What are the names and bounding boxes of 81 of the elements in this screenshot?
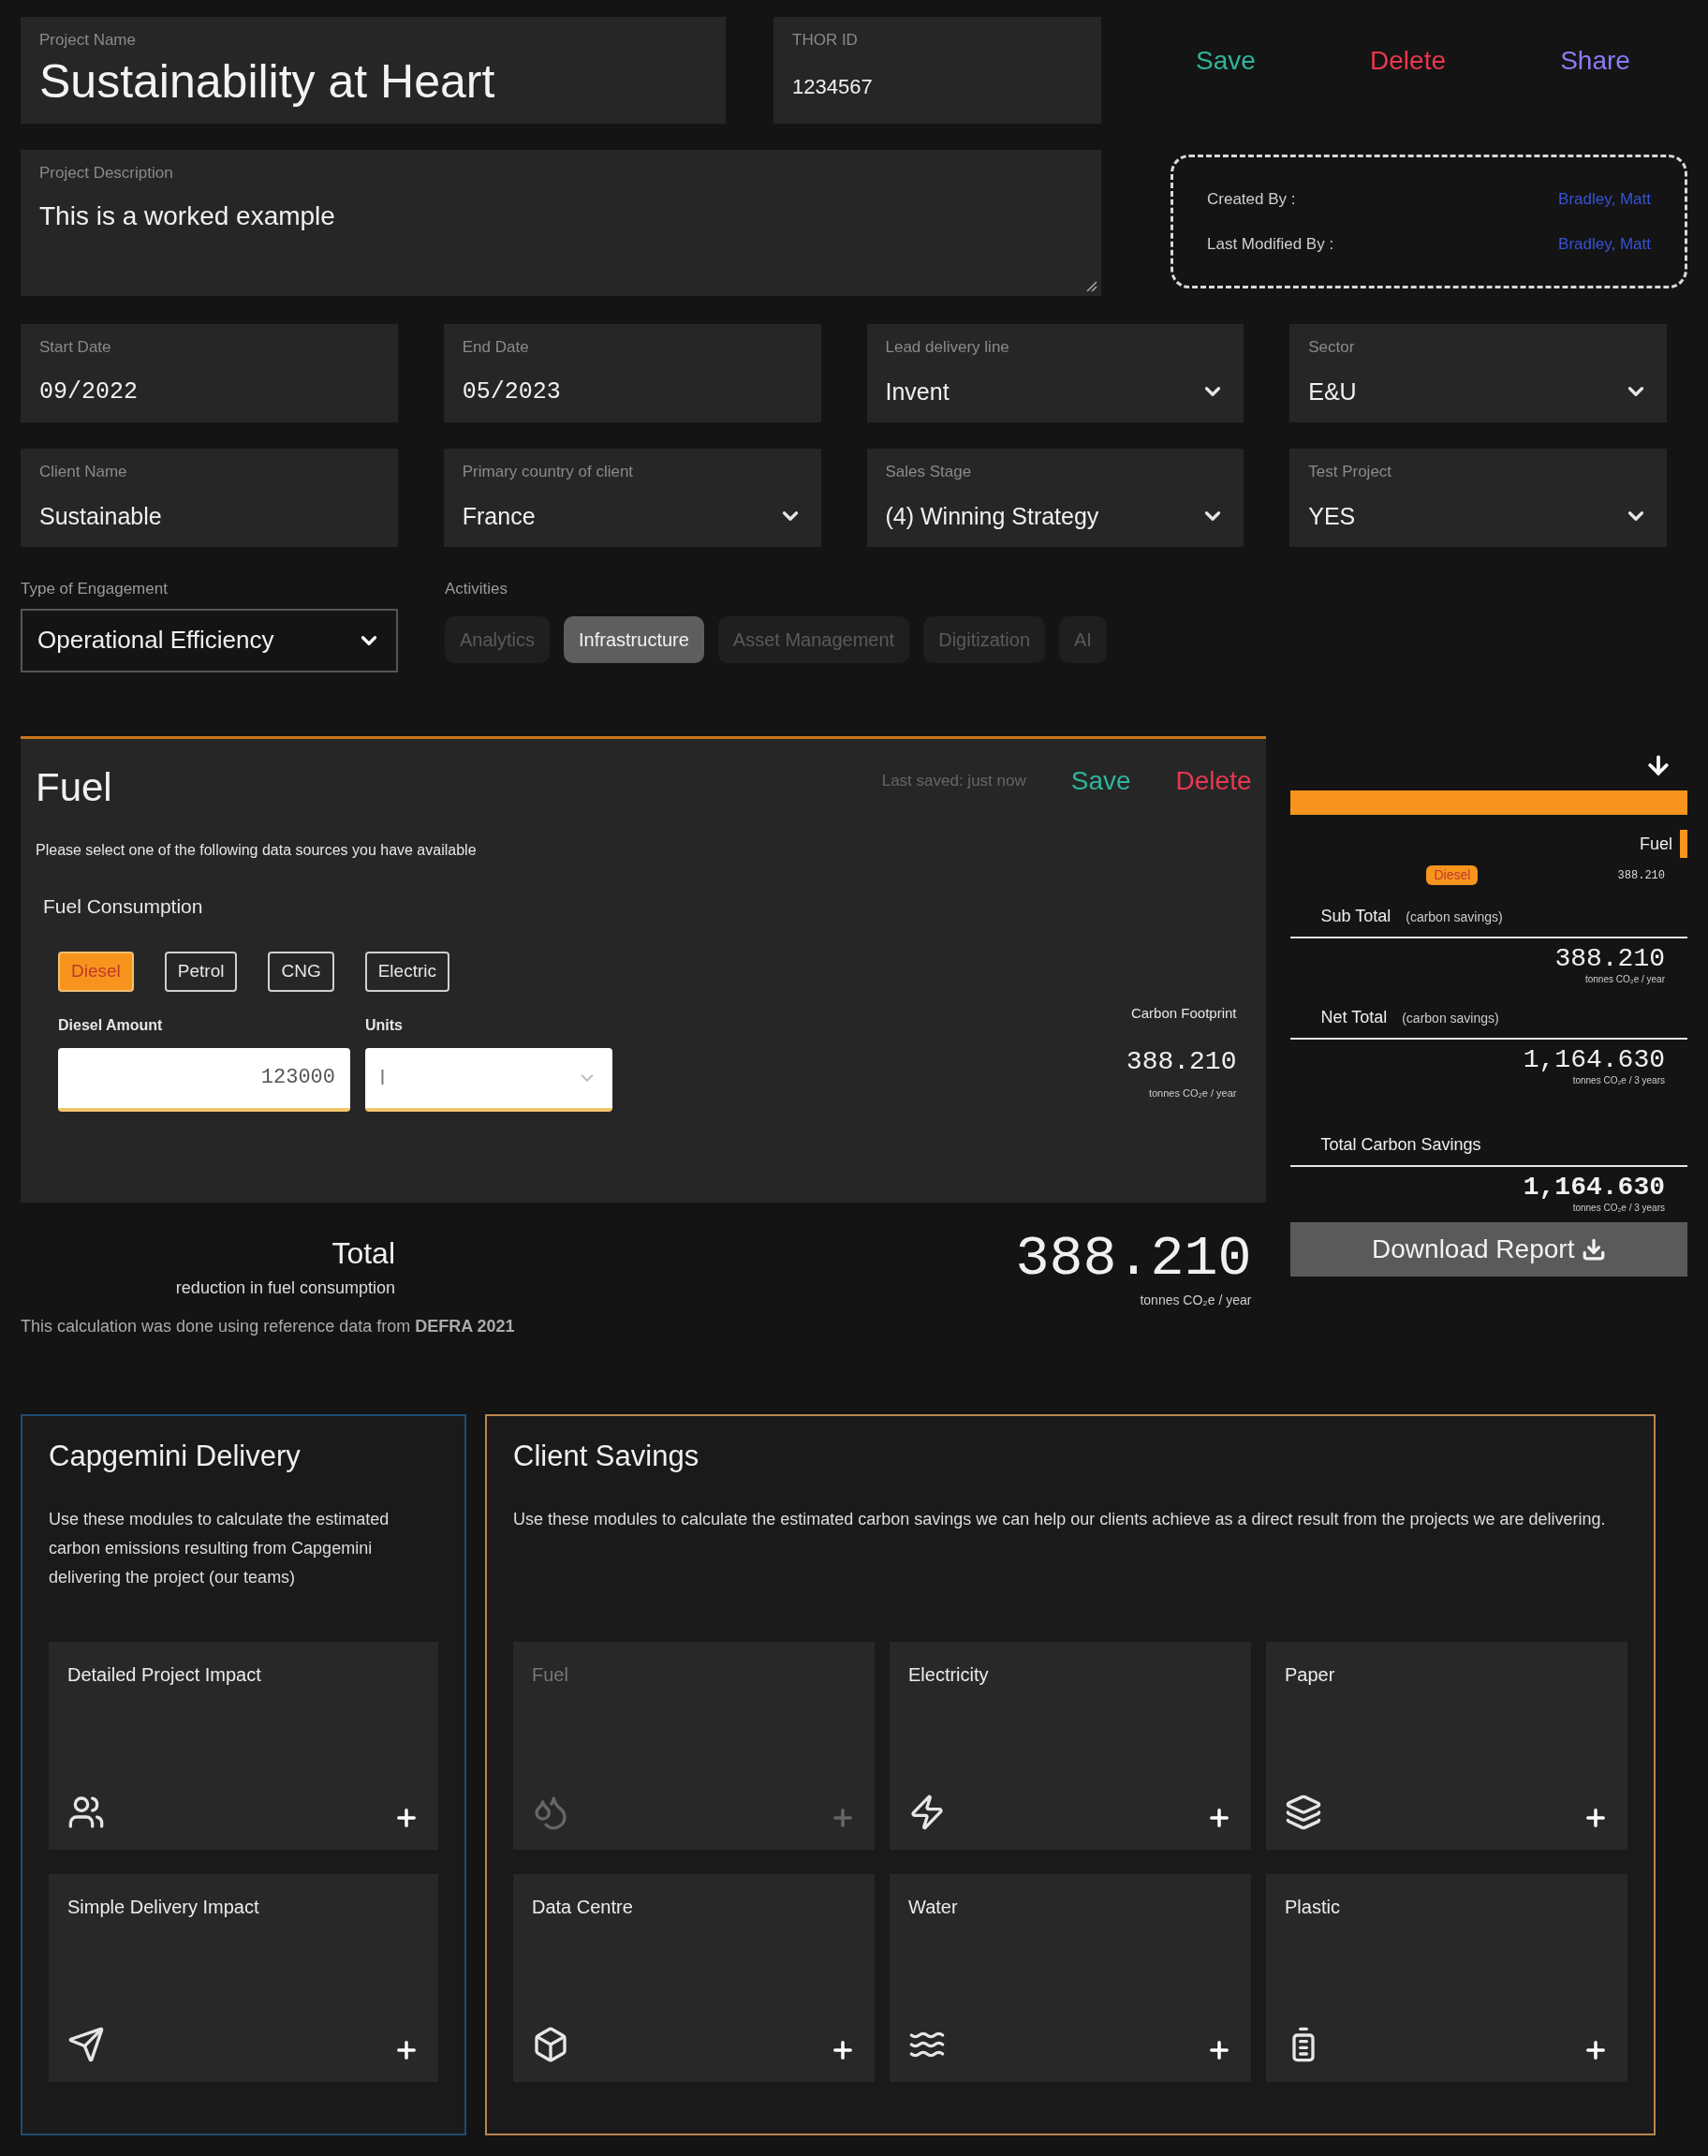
module-title: Electricity [908, 1662, 990, 1687]
footprint-label: Carbon Footprint [1130, 1003, 1237, 1023]
module-card[interactable]: Data Centre [513, 1873, 875, 2082]
module-card[interactable]: Electricity [890, 1641, 1251, 1850]
module-title: Plastic [1285, 1895, 1341, 1919]
total-label: Sub Total [1320, 906, 1391, 927]
panel-title: Client Savings [513, 1439, 700, 1474]
total-value: 1,164.630 [1523, 1047, 1665, 1073]
delete-link[interactable]: Delete [1370, 41, 1446, 81]
module-card[interactable]: Plastic [1266, 1873, 1627, 2082]
save-link[interactable]: Save [1070, 761, 1131, 801]
legend-label: Fuel [1640, 833, 1672, 855]
paper-plane-icon [67, 2025, 105, 2063]
line-value: 388.210 [1617, 867, 1665, 884]
module-title: Water [908, 1895, 959, 1919]
instruction-text: Please select one of the following data sources you have available [36, 841, 478, 860]
panel-description: Use these modules to calculate the estimated carbon emissions resulting from Capgemini delivering the project (our teams) [49, 1508, 390, 1588]
cube-icon [532, 2025, 569, 2063]
thor-id-field[interactable]: THOR ID 1234567 [773, 17, 1101, 124]
field-label: Activities [445, 579, 509, 599]
input-field[interactable]: Client Name Sustainable [21, 449, 398, 547]
module-title: Paper [1285, 1662, 1336, 1687]
total-title: Total [331, 1235, 395, 1272]
units-dropdown[interactable]: l [365, 1047, 612, 1112]
total-value: 388.210 [1015, 1231, 1252, 1287]
total-label: Total Carbon Savings [1320, 1134, 1481, 1156]
panel-description: Use these modules to calculate the estimated carbon savings we can help our clients achieve as a direct result from the projects we are delivering. [513, 1508, 1607, 1530]
total-qualifier: (carbon savings) [1406, 908, 1503, 926]
lightning-icon [908, 1793, 946, 1831]
field-label: Diesel Amount [58, 1015, 164, 1035]
source-option[interactable]: CNG [268, 951, 334, 992]
panel-title: Capgemini Delivery [49, 1439, 302, 1474]
unit-text: tonnes CO₂e / 3 years [1572, 1202, 1665, 1215]
download-report-button[interactable]: Download Report [1290, 1222, 1687, 1277]
layers-icon [1285, 1793, 1322, 1831]
source-option[interactable]: Petrol [164, 951, 238, 992]
field-label: Type of Engagement [21, 579, 169, 599]
unit-text: tonnes CO₂e / year [1148, 1086, 1237, 1100]
section-title: Fuel Consumption [43, 894, 204, 919]
audit-label: Last Modified By : [1207, 234, 1334, 255]
source-option[interactable]: Electric [364, 951, 449, 992]
dropdown-field[interactable]: Test Project YES [1289, 449, 1667, 547]
save-link[interactable]: Save [1196, 41, 1256, 81]
description-field[interactable]: Project Description This is a worked example [21, 150, 1101, 296]
panel-title: Fuel [36, 764, 112, 811]
dropdown-field[interactable]: Sales Stage (4) Winning Strategy [866, 449, 1244, 547]
audit-label: Created By : [1207, 188, 1296, 210]
total-value: 1,164.630 [1523, 1174, 1665, 1201]
dropdown-field[interactable]: Primary country of client France [443, 449, 821, 547]
total-label: Net Total [1320, 1007, 1388, 1028]
module-title: Data Centre [532, 1895, 634, 1919]
module-title: Detailed Project Impact [67, 1662, 262, 1687]
source-tag: Diesel [1426, 865, 1479, 885]
total-qualifier: (carbon savings) [1402, 1010, 1499, 1027]
total-value: 388.210 [1554, 946, 1665, 972]
field-label: Units [365, 1015, 404, 1035]
input-field[interactable]: Start Date 09/2022 [21, 324, 398, 422]
resize-handle-icon[interactable] [1084, 279, 1097, 292]
total-subtitle: reduction in fuel consumption [175, 1277, 395, 1299]
module-title: Simple Delivery Impact [67, 1895, 260, 1919]
reference-note: This calculation was done using reference data from DEFRA 2021 [21, 1316, 516, 1337]
dropdown-field[interactable]: Lead delivery line Invent [866, 324, 1244, 422]
unit-text: tonnes CO₂e / year [1140, 1292, 1252, 1309]
module-card[interactable]: Simple Delivery Impact [49, 1873, 438, 2082]
activity-chip[interactable]: Infrastructure [564, 615, 704, 663]
delete-link[interactable]: Delete [1175, 761, 1252, 801]
module-card[interactable]: Detailed Project Impact [49, 1641, 438, 1850]
module-card[interactable]: Water [890, 1873, 1251, 2082]
footprint-value: 388.210 [1126, 1046, 1237, 1078]
unit-text: tonnes CO₂e / year [1584, 973, 1665, 986]
input-field[interactable]: End Date 05/2023 [443, 324, 821, 422]
share-link[interactable]: Share [1560, 41, 1630, 81]
last-saved-text: Last saved: just now [881, 771, 1026, 791]
dropdown-field[interactable]: Sector E&U [1289, 324, 1667, 422]
download-icon [1582, 1237, 1607, 1262]
unit-text: tonnes CO₂e / 3 years [1572, 1074, 1665, 1087]
amount-input[interactable]: 123000 [58, 1047, 350, 1112]
project-name-field[interactable]: Project Name Sustainability at Heart [21, 17, 726, 124]
module-card[interactable]: Paper [1266, 1641, 1627, 1850]
engagement-dropdown[interactable]: Operational Efficiency [21, 608, 398, 672]
module-title: Fuel [532, 1662, 569, 1687]
